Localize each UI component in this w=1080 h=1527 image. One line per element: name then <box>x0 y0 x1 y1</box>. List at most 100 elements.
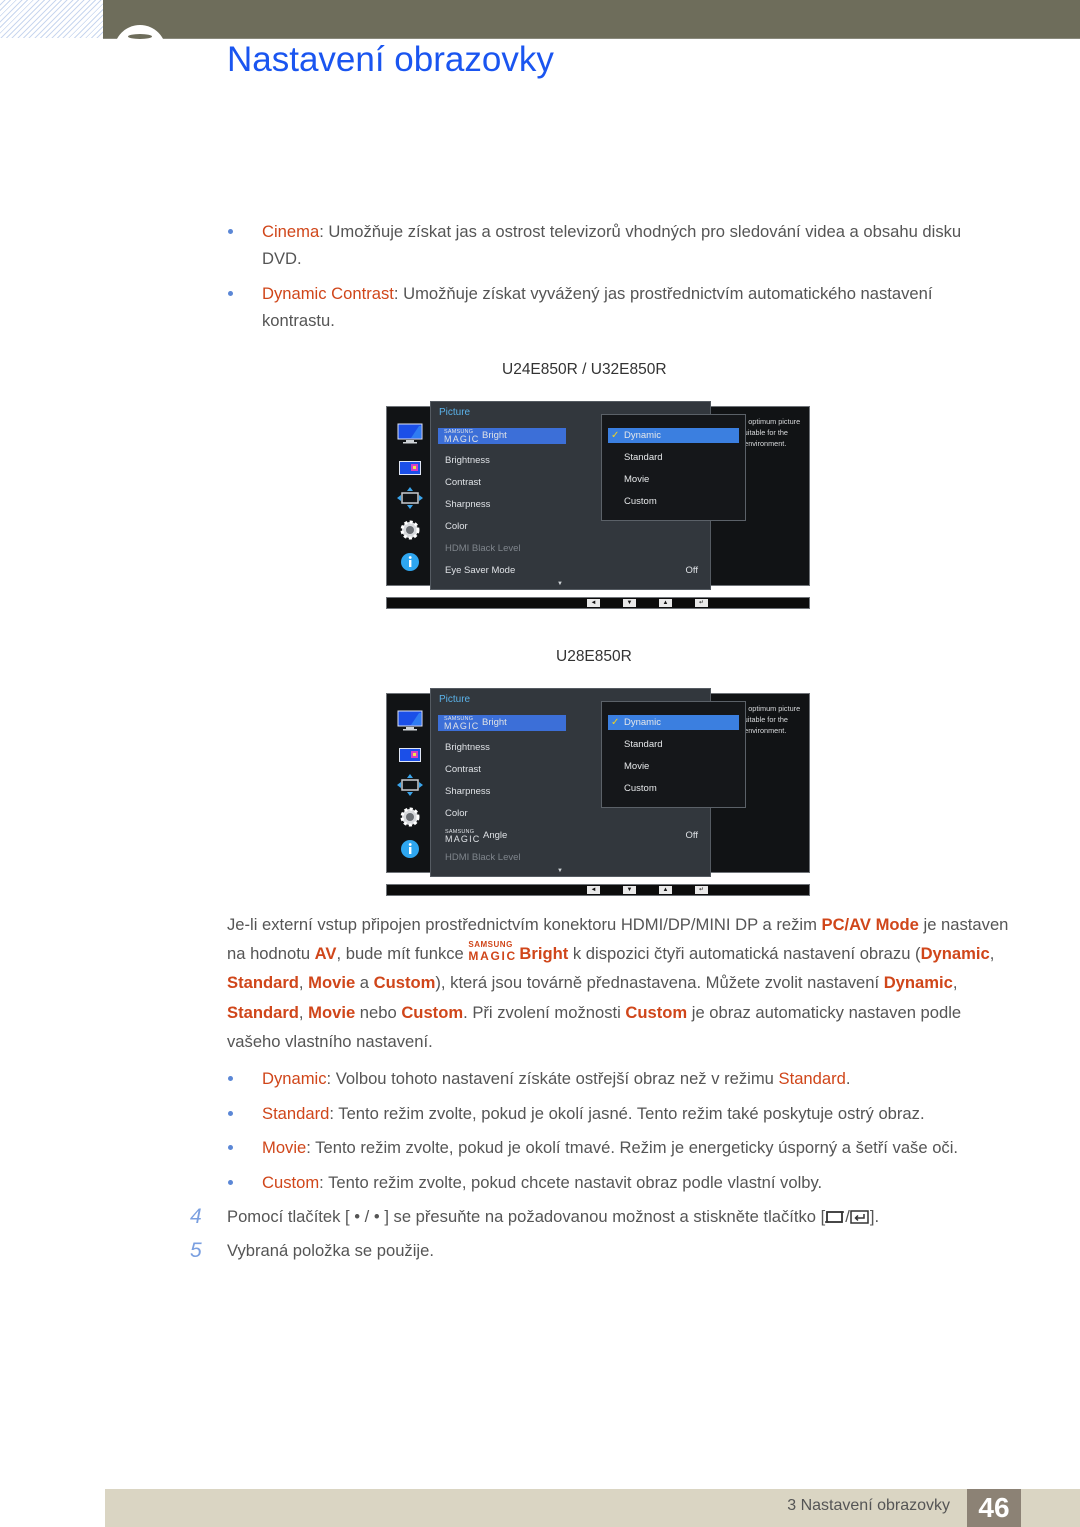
osd-screenshot: Set to an optimum picture quality suitab… <box>386 688 810 904</box>
osd-menu-item-hdmi-black-level[interactable]: HDMI Black Level <box>445 850 715 866</box>
size-position-icon <box>397 487 423 509</box>
check-icon: ✓ <box>611 430 620 441</box>
size-position-icon <box>397 774 423 796</box>
list-item: Custom: Tento režim zvolte, pokud chcete… <box>226 1169 1016 1196</box>
chapter-icon <box>114 25 166 77</box>
osd-submenu: ✓ Dynamic Standard Movie Custom <box>601 701 746 808</box>
osd-nav-bar: ◄ ▼ ▲ ↵ <box>386 597 810 609</box>
info-icon <box>397 551 423 573</box>
term: Dynamic <box>262 1069 327 1088</box>
term: Standard <box>262 1103 330 1123</box>
color-screen-icon <box>397 457 423 479</box>
osd-menu-item-eye-saver[interactable]: Eye Saver Mode Off <box>445 563 710 579</box>
term-movie: Movie <box>308 973 356 993</box>
step-number: 4 <box>190 1205 202 1228</box>
osd-menu-item-magic-bright[interactable]: SAMSUNG MAGIC Bright <box>438 428 566 444</box>
osd-menu-item-hdmi-black-level[interactable]: HDMI Black Level <box>445 541 715 557</box>
left-arrow-button[interactable]: ◄ <box>587 599 600 607</box>
settings-gear-icon <box>397 806 423 828</box>
term-pc-av-mode: PC/AV Mode <box>821 915 919 934</box>
samsung-magic-logo: SAMSUNG MAGIC <box>445 829 481 844</box>
list-item: Cinema: Umožňuje získat jas a ostrost te… <box>226 218 1016 272</box>
footer-bar: 3 Nastavení obrazovky 46 <box>105 1489 1080 1527</box>
menu-button-icon <box>825 1209 845 1230</box>
model-label: U28E850R <box>556 648 632 665</box>
model-label: U24E850R / U32E850R <box>502 361 667 378</box>
samsung-magic-logo: SAMSUNG MAGIC <box>468 940 517 964</box>
check-icon: ✓ <box>611 717 620 728</box>
info-icon <box>397 838 423 860</box>
page-title: Nastavení obrazovky <box>227 40 554 79</box>
term: Dynamic Contrast <box>262 284 394 303</box>
left-arrow-button[interactable]: ◄ <box>587 886 600 894</box>
bullet-icon <box>228 291 233 296</box>
list-item: Dynamic Contrast: Umožňuje získat vyváže… <box>226 280 1016 334</box>
osd-option-movie[interactable]: Movie <box>608 759 739 774</box>
description-paragraph: Je-li externí vstup připojen prostřednic… <box>227 915 1009 1051</box>
osd-menu-title: Picture <box>439 407 471 418</box>
osd-menu-item-color[interactable]: Color <box>445 519 715 535</box>
enter-button[interactable]: ↵ <box>695 599 708 607</box>
osd-menu-title: Picture <box>439 694 471 705</box>
osd-menu-item-label: Bright <box>482 430 507 441</box>
osd-picture-menu: Picture SAMSUNG MAGIC Bright Brightness Co… <box>430 688 746 877</box>
samsung-magic-logo: SAMSUNG MAGIC <box>444 716 480 731</box>
scroll-down-icon: ▼ <box>557 581 563 587</box>
osd-menu-item-magic-angle[interactable]: SAMSUNG MAGIC Angle Off <box>445 828 710 844</box>
osd-menu-item-label: Bright <box>482 717 507 728</box>
scroll-down-icon: ▼ <box>557 868 563 874</box>
header-stripes <box>0 0 103 38</box>
osd-option-standard[interactable]: Standard <box>608 737 739 752</box>
term-av: AV <box>314 944 337 964</box>
picture-monitor-icon <box>397 710 423 732</box>
osd-option-custom[interactable]: Custom <box>608 494 739 509</box>
settings-gear-icon <box>397 519 423 541</box>
enter-button[interactable]: ↵ <box>695 886 708 894</box>
term: Standard <box>778 1069 846 1088</box>
term-movie: Movie <box>308 1002 356 1022</box>
picture-monitor-icon <box>397 423 423 445</box>
page-number: 46 <box>967 1489 1021 1527</box>
bullet-icon <box>228 1110 233 1116</box>
list-item: Standard: Tento režim zvolte, pokud je o… <box>226 1100 1016 1127</box>
osd-option-movie[interactable]: Movie <box>608 472 739 487</box>
osd-menu-item-value: Off <box>685 830 699 841</box>
samsung-magic-logo: SAMSUNG MAGIC <box>444 429 480 444</box>
osd-menu-item-label: Angle <box>483 830 508 841</box>
item-text: : Umožňuje získat vyvážený jas prostředn… <box>393 284 933 303</box>
term-custom: Custom <box>401 1002 464 1022</box>
term: Cinema <box>262 222 320 241</box>
osd-menu-item-magic-bright[interactable]: SAMSUNG MAGIC Bright <box>438 715 566 731</box>
up-arrow-button[interactable]: ▲ <box>659 599 672 607</box>
term-custom: Custom <box>373 973 436 993</box>
item-text-cont: kontrastu. <box>262 311 335 330</box>
item-text-cont: DVD. <box>262 249 302 268</box>
term-dynamic: Dynamic <box>883 973 953 993</box>
osd-option-dynamic[interactable]: ✓ Dynamic <box>608 715 739 730</box>
enter-source-icon <box>850 1209 870 1230</box>
up-arrow-button[interactable]: ▲ <box>659 886 672 894</box>
osd-option-standard[interactable]: Standard <box>608 450 739 465</box>
osd-submenu: ✓ Dynamic Standard Movie Custom <box>601 414 746 521</box>
footer-chapter: 3 Nastavení obrazovky <box>787 1497 950 1514</box>
osd-option-custom[interactable]: Custom <box>608 781 739 796</box>
term: Movie <box>262 1138 307 1157</box>
bullet-icon <box>228 229 233 234</box>
osd-picture-menu: Picture SAMSUNG MAGIC Bright Brightness Co… <box>430 401 746 590</box>
osd-screenshot: Set to an optimum picture quality suitab… <box>386 401 810 617</box>
bullet-icon <box>228 1179 233 1185</box>
down-arrow-button[interactable]: ▼ <box>623 886 636 894</box>
osd-menu-item-value: Off <box>685 565 699 576</box>
term-standard: Standard <box>227 1002 299 1022</box>
step-text: Pomocí tlačítek [ • / • ] se přesuňte na… <box>227 1207 879 1230</box>
down-arrow-button[interactable]: ▼ <box>623 599 636 607</box>
mode-list: Dynamic: Volbou tohoto nastavení získáte… <box>226 1065 1016 1196</box>
feature-list: Cinema: Umožňuje získat jas a ostrost te… <box>226 218 1016 334</box>
color-screen-icon <box>397 744 423 766</box>
term-bright: Bright <box>519 944 569 964</box>
term-standard: Standard <box>227 973 299 993</box>
item-text: : Umožňuje získat jas a ostrost televizo… <box>319 222 962 241</box>
osd-menu-item-color[interactable]: Color <box>445 806 715 822</box>
osd-option-dynamic[interactable]: ✓ Dynamic <box>608 428 739 443</box>
osd-menu-item-label: Eye Saver Mode <box>445 565 516 576</box>
